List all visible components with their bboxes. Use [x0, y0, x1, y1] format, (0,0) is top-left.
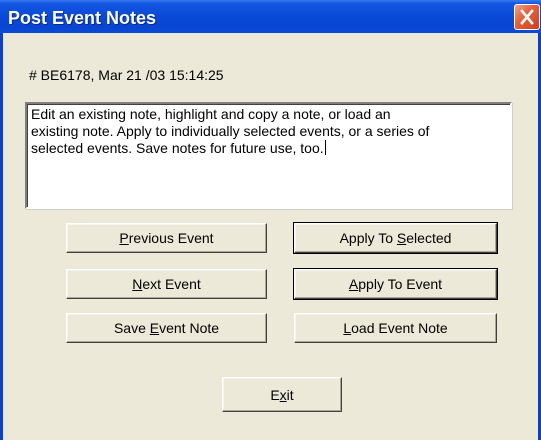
previous-event-label: Previous Event [119, 230, 214, 246]
post-event-notes-window: Post Event Notes # BE6178, Mar 21 /03 15… [0, 0, 541, 440]
exit-button[interactable]: Exit [222, 377, 342, 412]
next-event-label: Next Event [132, 276, 201, 292]
title-bar[interactable]: Post Event Notes [0, 0, 541, 33]
note-line: selected events. Save notes for future u… [31, 140, 326, 156]
exit-label: Exit [270, 386, 294, 403]
window-title: Post Event Notes [8, 8, 157, 28]
save-event-note-label: Save Event Note [113, 320, 220, 336]
load-event-note-label: Load Event Note [343, 320, 448, 336]
apply-to-selected-label: Apply To Selected [339, 230, 452, 246]
event-note-textarea[interactable]: Edit an existing note, highlight and cop… [25, 102, 512, 209]
load-event-note-button[interactable]: Load Event Note [294, 313, 497, 343]
save-event-note-button[interactable]: Save Event Note [66, 313, 267, 343]
event-id-label: # BE6178, Mar 21 /03 15:14:25 [29, 67, 224, 83]
note-line: existing note. Apply to individually sel… [31, 123, 430, 139]
note-line: Edit an existing note, highlight and cop… [31, 106, 391, 122]
next-event-button[interactable]: Next Event [66, 269, 267, 299]
apply-to-event-label: Apply To Event [348, 276, 443, 292]
previous-event-button[interactable]: Previous Event [66, 223, 267, 253]
close-icon [520, 9, 534, 25]
close-button[interactable] [514, 4, 540, 30]
text-caret [324, 140, 326, 155]
apply-to-event-button[interactable]: Apply To Event [293, 268, 498, 300]
apply-to-selected-button[interactable]: Apply To Selected [293, 222, 498, 254]
dialog-body: # BE6178, Mar 21 /03 15:14:25 Edit an ex… [3, 33, 538, 440]
